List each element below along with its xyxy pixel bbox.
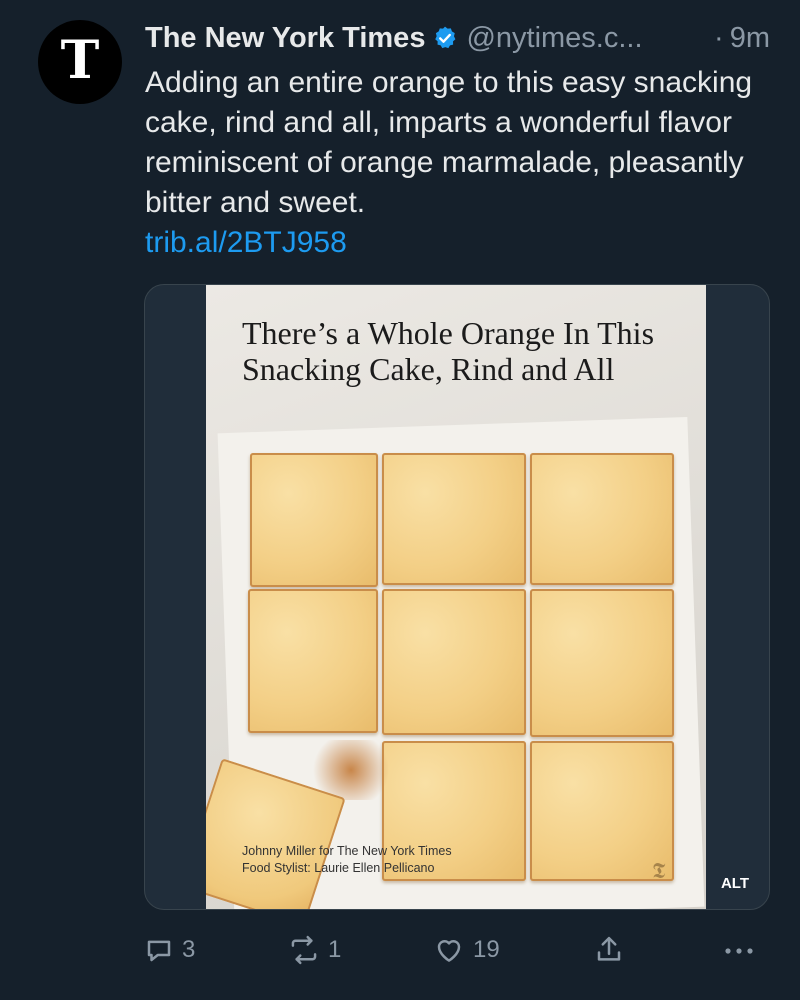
like-count: 19	[473, 936, 500, 963]
action-bar: 3 1 19	[144, 928, 764, 972]
cake-square	[248, 589, 378, 733]
retweet-button[interactable]: 1	[288, 928, 341, 972]
photo-credit-line: Johnny Miller for The New York Times	[242, 844, 452, 858]
cake-square	[530, 589, 674, 737]
cake-photo: There’s a Whole Orange In This Snacking …	[206, 285, 706, 909]
share-icon	[594, 935, 624, 965]
photo-credit: Johnny Miller for The New York Times Foo…	[242, 843, 452, 877]
avatar[interactable]: T	[38, 20, 122, 104]
verified-badge-icon	[432, 25, 458, 51]
tweet-text: Adding an entire orange to this easy sna…	[145, 63, 765, 263]
cake-square	[530, 453, 674, 585]
more-button[interactable]	[722, 928, 756, 972]
heart-icon	[433, 935, 465, 965]
like-button[interactable]: 19	[433, 928, 500, 972]
tweet-link[interactable]: trib.al/2BTJ958	[145, 223, 765, 263]
photo-headline: There’s a Whole Orange In This Snacking …	[242, 315, 655, 387]
alt-badge[interactable]: ALT	[715, 872, 755, 895]
reply-button[interactable]: 3	[144, 928, 195, 972]
retweet-count: 1	[328, 936, 342, 963]
photo-credit-line: Food Stylist: Laurie Ellen Pellicano	[242, 861, 435, 875]
nyt-logo: T	[60, 30, 100, 91]
tweet-body: Adding an entire orange to this easy sna…	[145, 66, 753, 219]
reply-icon	[144, 935, 174, 965]
share-button[interactable]	[594, 928, 624, 972]
author-handle[interactable]: @nytimes.c...	[466, 22, 642, 55]
nyt-watermark-icon: 𝕿	[652, 859, 666, 884]
cake-square	[250, 453, 378, 587]
retweet-icon	[288, 935, 320, 965]
tweet-timestamp[interactable]: 9m	[730, 22, 770, 55]
cake-square	[382, 453, 526, 585]
more-icon	[722, 935, 756, 965]
time-separator: ·	[714, 21, 724, 54]
author-name[interactable]: The New York Times	[145, 22, 425, 55]
reply-count: 3	[182, 936, 196, 963]
tweet-header: The New York Times @nytimes.c... · 9m	[145, 18, 770, 58]
media-card[interactable]: There’s a Whole Orange In This Snacking …	[144, 284, 770, 910]
cake-square	[382, 589, 526, 735]
